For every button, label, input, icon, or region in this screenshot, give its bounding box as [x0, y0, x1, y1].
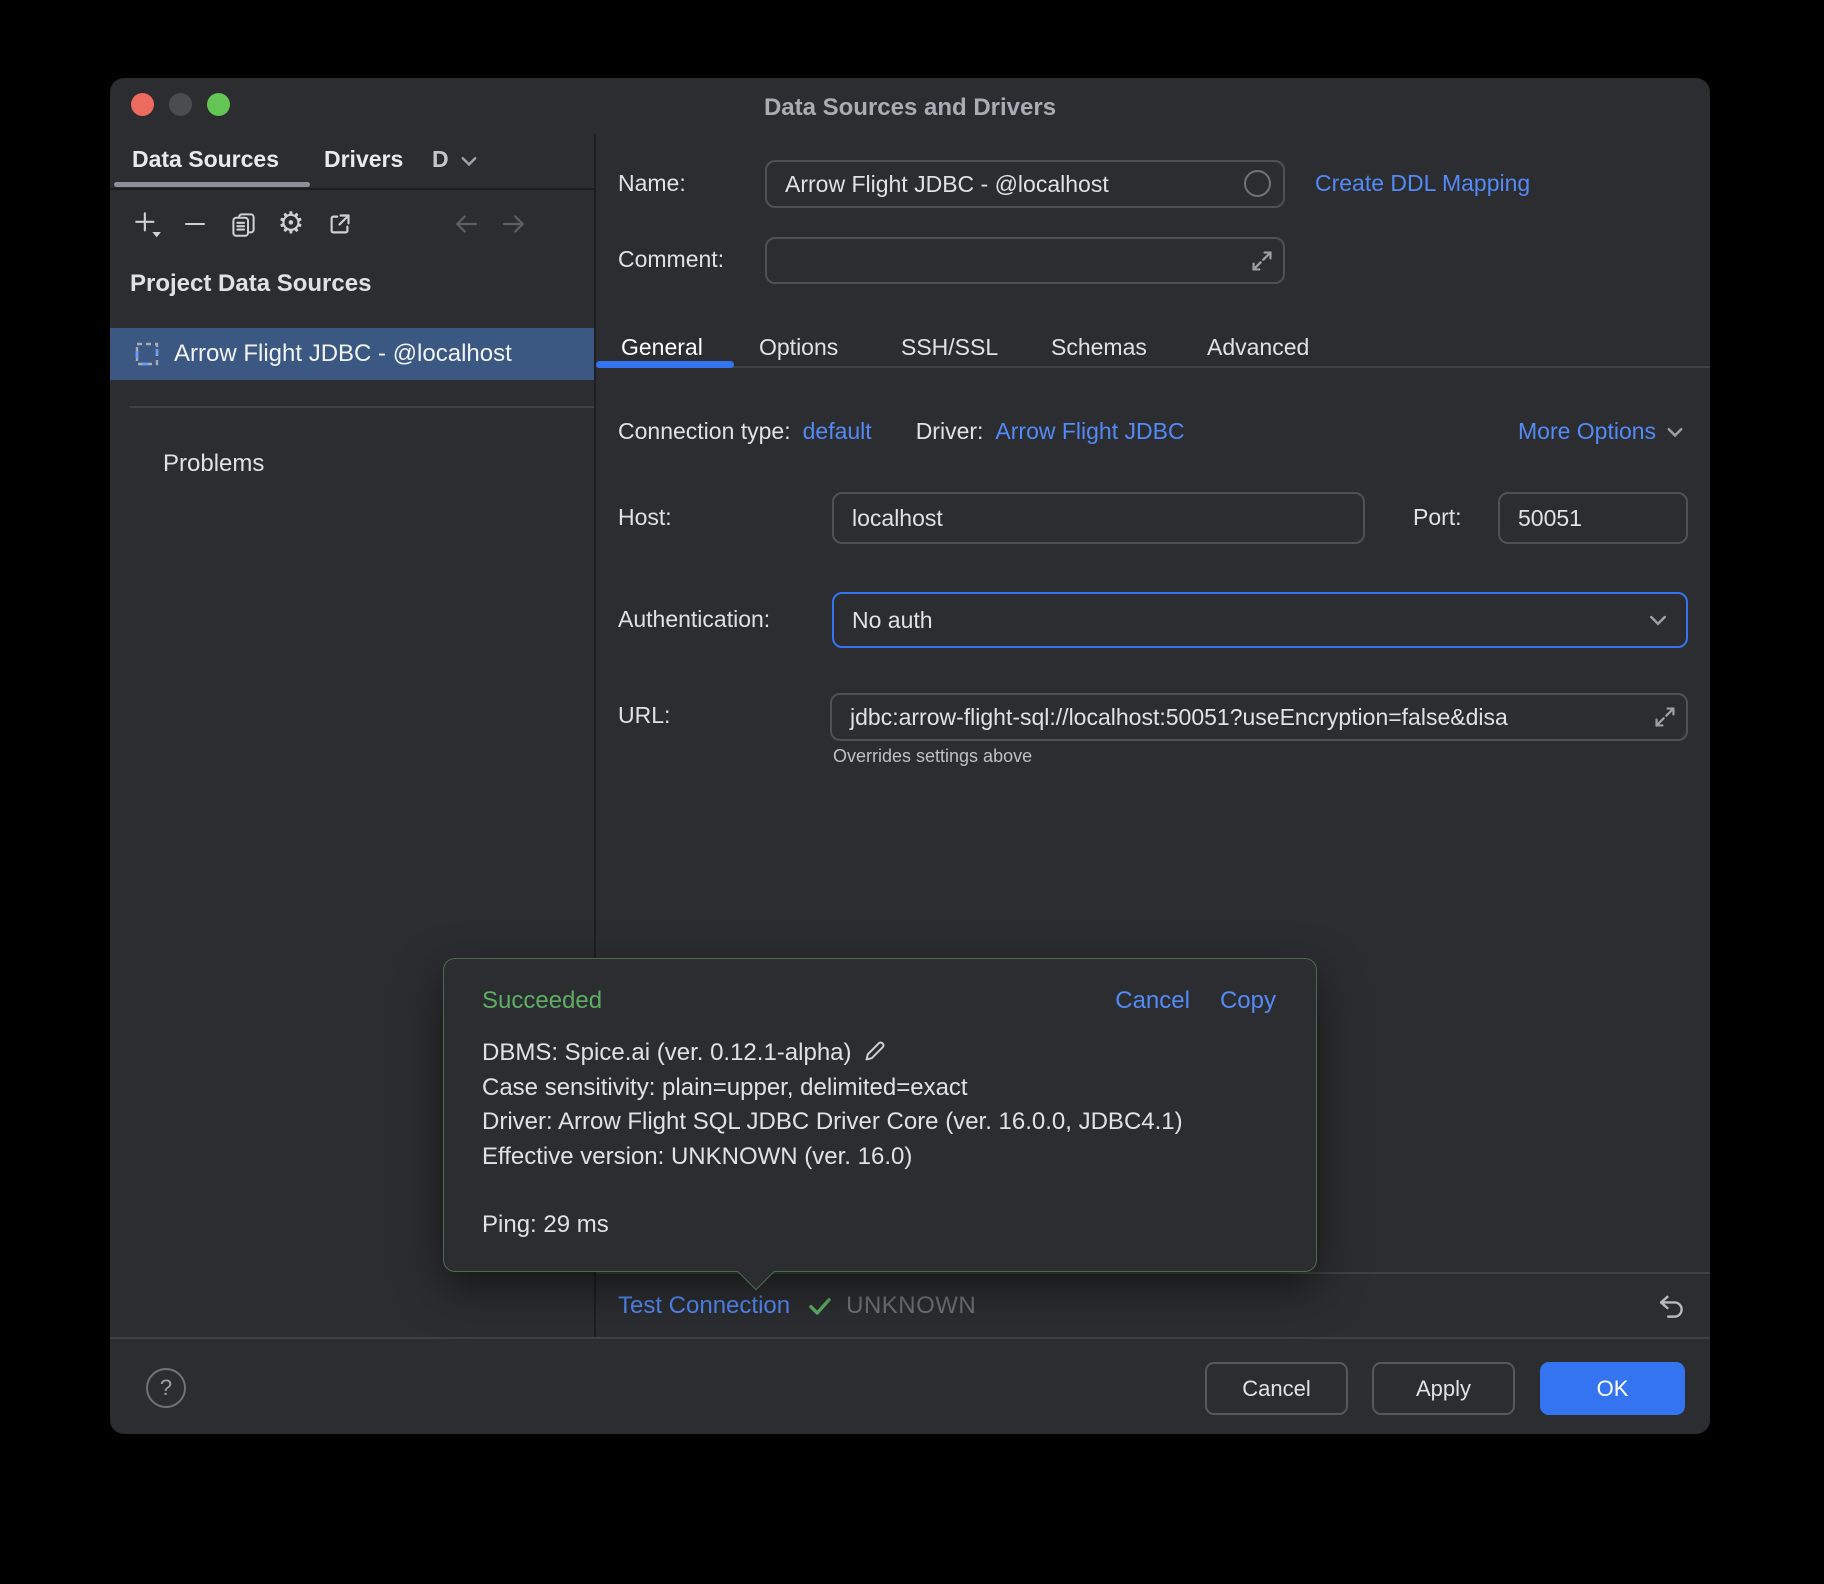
driver-line: Driver: Arrow Flight SQL JDBC Driver Cor… [482, 1105, 1278, 1140]
name-value: Arrow Flight JDBC - @localhost [785, 171, 1109, 198]
popup-status: Succeeded [482, 987, 602, 1015]
tab-ssh-ssl[interactable]: SSH/SSL [901, 334, 998, 361]
driver-label: Driver: [916, 418, 984, 445]
add-icon[interactable] [129, 206, 165, 242]
connection-status-value: UNKNOWN [846, 1292, 976, 1320]
popup-copy-link[interactable]: Copy [1220, 987, 1276, 1015]
expand-icon[interactable] [1249, 248, 1275, 274]
tabstrip-divider [110, 188, 594, 190]
chevron-down-icon [1664, 421, 1686, 443]
forward-arrow-icon[interactable] [496, 206, 532, 242]
comment-label: Comment: [618, 246, 724, 273]
url-label: URL: [618, 702, 670, 729]
data-source-name: Arrow Flight JDBC - @localhost [174, 340, 512, 368]
port-label: Port: [1413, 504, 1462, 531]
problems-section-label[interactable]: Problems [163, 450, 264, 478]
url-input[interactable]: jdbc:arrow-flight-sql://localhost:50051?… [830, 693, 1688, 741]
host-value: localhost [852, 505, 943, 532]
tab-data-sources[interactable]: Data Sources [132, 146, 279, 173]
active-form-tab-indicator [596, 361, 734, 368]
popup-body: DBMS: Spice.ai (ver. 0.12.1-alpha) Case … [482, 1036, 1278, 1243]
name-label: Name: [618, 170, 686, 197]
tab-advanced[interactable]: Advanced [1207, 334, 1309, 361]
help-icon[interactable]: ? [146, 1368, 186, 1408]
form-tabs-divider [596, 366, 1710, 368]
port-value: 50051 [1518, 505, 1582, 532]
ping-line: Ping: 29 ms [482, 1208, 1278, 1243]
dbms-line: DBMS: Spice.ai (ver. 0.12.1-alpha) [482, 1036, 1278, 1071]
sidebar-divider [130, 406, 594, 408]
export-icon[interactable] [321, 206, 357, 242]
dbms-text: DBMS: Spice.ai (ver. 0.12.1-alpha) [482, 1039, 852, 1066]
chevron-down-icon[interactable] [458, 150, 480, 178]
apply-button[interactable]: Apply [1372, 1362, 1515, 1415]
url-hint: Overrides settings above [833, 746, 1032, 767]
host-input[interactable]: localhost [832, 492, 1365, 544]
tab-overflow[interactable]: D [432, 146, 449, 173]
undo-icon[interactable] [1654, 1289, 1688, 1323]
url-value: jdbc:arrow-flight-sql://localhost:50051?… [850, 704, 1508, 731]
screen: Data Sources and Drivers Data Sources Dr… [0, 0, 1824, 1584]
test-connection-link[interactable]: Test Connection [618, 1292, 790, 1320]
driver-value-link[interactable]: Arrow Flight JDBC [995, 418, 1184, 445]
chevron-down-icon [1646, 608, 1670, 632]
name-input[interactable]: Arrow Flight JDBC - @localhost [765, 160, 1285, 208]
duplicate-icon[interactable] [225, 206, 261, 242]
dialog-footer: ? Cancel Apply OK [110, 1337, 1710, 1434]
connection-type-label: Connection type: [618, 418, 791, 445]
comment-input[interactable] [765, 237, 1285, 284]
edit-icon[interactable] [862, 1038, 888, 1064]
data-sources-dialog: Data Sources and Drivers Data Sources Dr… [110, 78, 1710, 1434]
dialog-title: Data Sources and Drivers [110, 94, 1710, 122]
authentication-value: No auth [852, 607, 933, 634]
host-label: Host: [618, 504, 672, 531]
loading-circle-icon [1244, 170, 1271, 197]
port-input[interactable]: 50051 [1498, 492, 1688, 544]
more-options-link[interactable]: More Options [1518, 418, 1686, 445]
data-source-list-item[interactable]: Arrow Flight JDBC - @localhost [110, 328, 594, 380]
case-sensitivity-line: Case sensitivity: plain=upper, delimited… [482, 1071, 1278, 1106]
tab-general[interactable]: General [621, 334, 703, 361]
effective-version-line: Effective version: UNKNOWN (ver. 16.0) [482, 1140, 1278, 1175]
create-ddl-mapping-link[interactable]: Create DDL Mapping [1315, 170, 1530, 197]
popup-header: Succeeded Cancel Copy [482, 987, 1276, 1015]
authentication-label: Authentication: [618, 606, 770, 633]
test-connection-popup: Succeeded Cancel Copy DBMS: Spice.ai (ve… [443, 958, 1317, 1272]
back-arrow-icon[interactable] [448, 206, 484, 242]
cancel-button[interactable]: Cancel [1205, 1362, 1348, 1415]
remove-icon[interactable] [177, 206, 213, 242]
connection-type-value-link[interactable]: default [803, 418, 872, 445]
gear-icon[interactable]: ⚙ [273, 206, 309, 242]
success-check-icon [806, 1292, 834, 1320]
popup-cancel-link[interactable]: Cancel [1115, 987, 1190, 1015]
expand-icon[interactable] [1652, 704, 1678, 730]
project-data-sources-heading: Project Data Sources [130, 270, 371, 298]
connection-type-row: Connection type: default Driver: Arrow F… [618, 418, 1185, 445]
ok-button[interactable]: OK [1540, 1362, 1685, 1415]
tab-schemas[interactable]: Schemas [1051, 334, 1147, 361]
data-source-icon [134, 341, 160, 367]
tab-drivers[interactable]: Drivers [324, 146, 403, 173]
more-options-label: More Options [1518, 418, 1656, 445]
authentication-select[interactable]: No auth [832, 592, 1688, 648]
active-tab-indicator [114, 182, 310, 187]
tab-options[interactable]: Options [759, 334, 838, 361]
